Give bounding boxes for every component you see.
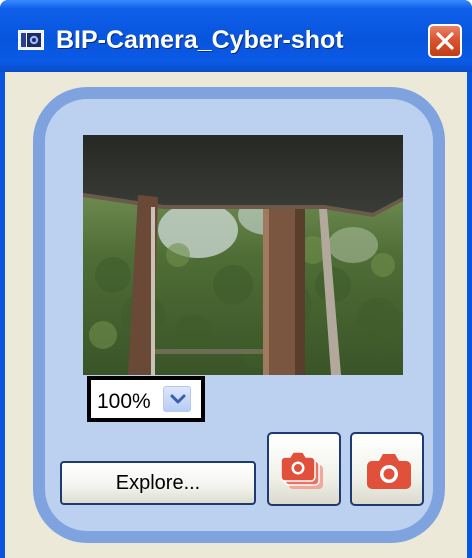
zoom-dropdown-button[interactable] (163, 386, 191, 412)
capture-button[interactable] (350, 432, 424, 506)
camera-icon (367, 454, 411, 489)
burst-capture-button[interactable] (267, 432, 341, 506)
chevron-down-icon (170, 394, 186, 404)
close-button[interactable] (428, 24, 462, 58)
window-title: BIP-Camera_Cyber-shot (56, 26, 344, 54)
zoom-value: 100% (97, 390, 151, 413)
explore-button[interactable]: Explore... (60, 461, 256, 505)
close-icon (436, 32, 454, 50)
camera-app-icon (18, 30, 44, 50)
title-bar[interactable]: BIP-Camera_Cyber-shot (0, 0, 472, 72)
burst-capture-icon (281, 451, 323, 489)
camera-preview (83, 135, 403, 375)
zoom-dropdown[interactable]: 100% (87, 376, 205, 422)
camera-preview-image (83, 135, 403, 375)
